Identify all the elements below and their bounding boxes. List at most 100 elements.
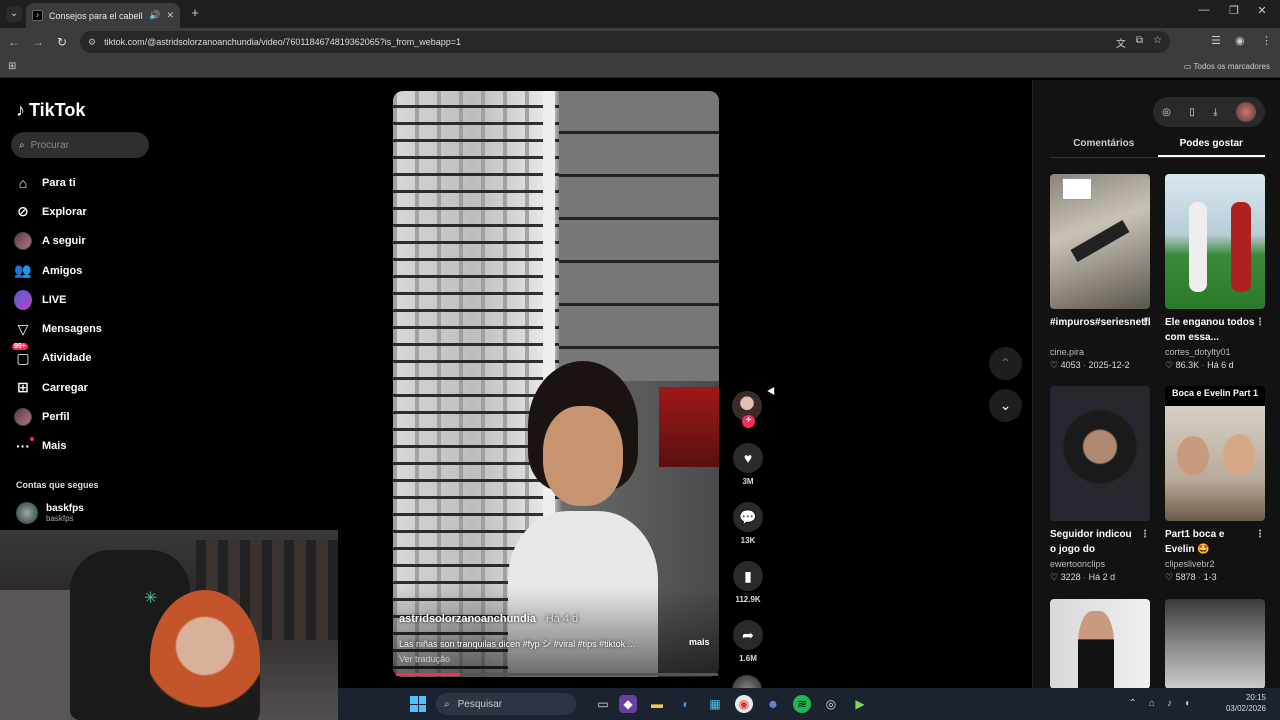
task-view-icon[interactable]: ▭ (594, 695, 612, 713)
webcam-overlay: ✳ (0, 530, 338, 720)
user-avatar[interactable] (1235, 102, 1256, 122)
following-avatar-icon (14, 232, 32, 251)
restore-button[interactable]: ❐ (1224, 4, 1244, 17)
comment-count: 13K (740, 536, 756, 545)
tab-comentarios[interactable]: Comentários (1050, 132, 1158, 157)
sidebar-item-carregar[interactable]: ⊞ Carregar (14, 373, 164, 402)
suggested-card[interactable]: Ele enganou todos com essa... ⋮ cortes_do… (1165, 174, 1265, 371)
tab-title: Consejos para el cabello de (49, 10, 143, 21)
sidebar-item-label: Carregar (42, 381, 88, 394)
minimize-button[interactable]: — (1194, 4, 1214, 16)
audio-icon[interactable]: 🔊 (149, 10, 160, 21)
card-title: Seguidor indicou o jogo do Brabox... (1050, 529, 1132, 555)
like-action[interactable]: ♥ 3M (732, 443, 764, 486)
mobile-icon[interactable]: ▯ (1189, 107, 1195, 118)
comment-icon[interactable]: 💬 (733, 502, 763, 532)
file-explorer-icon[interactable]: ▬ (648, 695, 666, 713)
network-icon[interactable]: ⌂ (1149, 698, 1155, 709)
video-author[interactable]: astridsolorzanoanchundia · Há 4 d (399, 613, 578, 625)
sidebar-item-live[interactable]: LIVE (14, 285, 164, 314)
card-menu-icon[interactable]: ⋮ (1140, 527, 1150, 542)
url-bar[interactable]: ⚙ tiktok.com/@astridsolorzanoanchundia/v… (80, 31, 1170, 53)
card-menu-icon[interactable]: ⋮ (1255, 315, 1265, 330)
all-bookmarks-folder[interactable]: ▭ Todos os marcadores (1184, 62, 1270, 71)
store-icon[interactable]: ▦ (706, 695, 724, 713)
site-info-icon[interactable]: ⚙ (88, 37, 96, 48)
close-tab-icon[interactable]: ✕ (166, 10, 174, 21)
sidebar-item-amigos[interactable]: 👥 Amigos (14, 256, 164, 285)
comment-action[interactable]: 💬 13K (732, 502, 764, 545)
windows-taskbar: ⌕ Pesquisar ▭ ◆ ▬ ◐ ▦ ◉ ☻ ≋ ◎ ▶ ⌃ ⌂ ♪ ◖ … (338, 688, 1280, 720)
forward-icon[interactable]: → (30, 34, 46, 50)
spotify-icon[interactable]: ≋ (793, 695, 811, 713)
video-player[interactable] (393, 91, 719, 677)
sidebar-item-a-seguir[interactable]: A seguir (14, 227, 164, 256)
windows-start-icon[interactable] (410, 696, 426, 712)
profile-icon[interactable]: ◉ (1235, 34, 1245, 47)
coins-icon[interactable]: ◎ (1162, 107, 1171, 118)
suggested-card[interactable]: Boca e Evelin Part 1 Part1 boca e Evelin… (1165, 386, 1265, 583)
tiktok-logo[interactable]: ♪ TikTok (16, 100, 85, 121)
sidebar-item-para-ti[interactable]: ⌂ Para ti (14, 168, 164, 197)
sidebar-item-atividade[interactable]: ▢ 99+ Atividade (12, 343, 164, 373)
translate-link[interactable]: Ver tradução (399, 654, 450, 664)
video-progress-fill (396, 673, 461, 676)
reload-icon[interactable]: ↻ (54, 34, 70, 50)
tiktok-page: ♪ TikTok ⌕ Procurar ⌂ Para ti ⊘ Explorar… (0, 80, 1280, 720)
video-progress-bar[interactable] (396, 673, 718, 676)
chrome-icon[interactable]: ◉ (735, 695, 753, 713)
close-window-button[interactable]: ✕ (1252, 4, 1272, 17)
author-avatar[interactable]: + (732, 391, 762, 428)
discord-icon[interactable]: ☻ (764, 695, 782, 713)
install-icon[interactable]: ⧉ (1136, 35, 1143, 50)
volume-icon[interactable]: ◖ (1184, 698, 1190, 709)
browser-menu-icon[interactable]: ⋮ (1261, 34, 1272, 47)
chevron-up-icon[interactable]: ⌃ (1129, 698, 1137, 709)
messages-icon: ▽ (17, 320, 29, 337)
card-stats: ♡ 3228 · Há 2 d (1050, 572, 1116, 582)
next-video-button[interactable]: ⌄ (989, 389, 1022, 422)
heart-icon[interactable]: ♥ (733, 443, 763, 473)
url-text: tiktok.com/@astridsolorzanoanchundia/vid… (104, 37, 462, 47)
logo-text: TikTok (29, 100, 86, 120)
suggested-card[interactable]: Seguidor indicou o jogo do Brabox... ⋮ ew… (1050, 386, 1150, 583)
clock[interactable]: 20:15 03/02/2026 (1226, 692, 1266, 714)
bookmark-star-icon[interactable]: ☆ (1153, 35, 1162, 50)
translate-icon[interactable]: 文 (1116, 35, 1126, 50)
sidebar-item-mais[interactable]: ··· Mais (14, 432, 164, 461)
previous-video-button[interactable]: ⌃ (989, 347, 1022, 380)
sidebar-item-perfil[interactable]: Perfil (14, 402, 164, 431)
reading-list-icon[interactable]: ☰ (1211, 34, 1221, 47)
suggested-card[interactable] (1050, 599, 1150, 689)
suggested-card[interactable]: #impuros#seriesnetflix...⋮ cine.pira ♡ 4… (1050, 174, 1150, 371)
edge-icon[interactable]: ◐ (677, 695, 695, 713)
follow-plus-icon[interactable]: + (742, 415, 755, 428)
suggested-card[interactable] (1165, 599, 1265, 689)
download-icon[interactable]: ⤓ (1213, 107, 1217, 118)
card-likes: 3228 (1060, 572, 1081, 582)
sidebar-item-explorar[interactable]: ⊘ Explorar (14, 197, 164, 226)
following-account-item[interactable]: baskfps baskfps (16, 502, 84, 524)
tab-podes-gostar[interactable]: Podes gostar (1157, 132, 1265, 157)
card-menu-icon[interactable]: ⋮ (1140, 315, 1150, 330)
following-accounts-title: Contas que segues (16, 480, 99, 490)
card-menu-icon[interactable]: ⋮ (1255, 527, 1265, 542)
search-input[interactable]: ⌕ Procurar (11, 132, 149, 158)
streaming-app-icon[interactable]: ▶ (851, 695, 869, 713)
browser-tab[interactable]: ♪ Consejos para el cabello de 🔊 ✕ (26, 3, 180, 28)
taskbar-search[interactable]: ⌕ Pesquisar (436, 693, 576, 715)
share-icon[interactable]: ➦ (733, 620, 763, 650)
app-icon[interactable]: ◆ (619, 695, 637, 713)
share-action[interactable]: ➦ 1.6M (732, 620, 764, 663)
sidebar-item-mensagens[interactable]: ▽ Mensagens (14, 314, 164, 343)
streamer-figure (150, 590, 260, 720)
save-action[interactable]: ▮ 112.9K (732, 561, 764, 604)
obs-icon[interactable]: ◎ (822, 695, 840, 713)
bookmark-icon[interactable]: ▮ (733, 561, 763, 591)
tab-search-button[interactable]: ⌄ (6, 6, 22, 22)
back-icon[interactable]: ← (6, 34, 22, 50)
mic-icon[interactable]: ♪ (1167, 698, 1172, 709)
more-button[interactable]: mais (689, 637, 710, 647)
apps-grid-icon[interactable]: ⊞ (8, 61, 16, 72)
new-tab-button[interactable]: + (188, 6, 202, 20)
